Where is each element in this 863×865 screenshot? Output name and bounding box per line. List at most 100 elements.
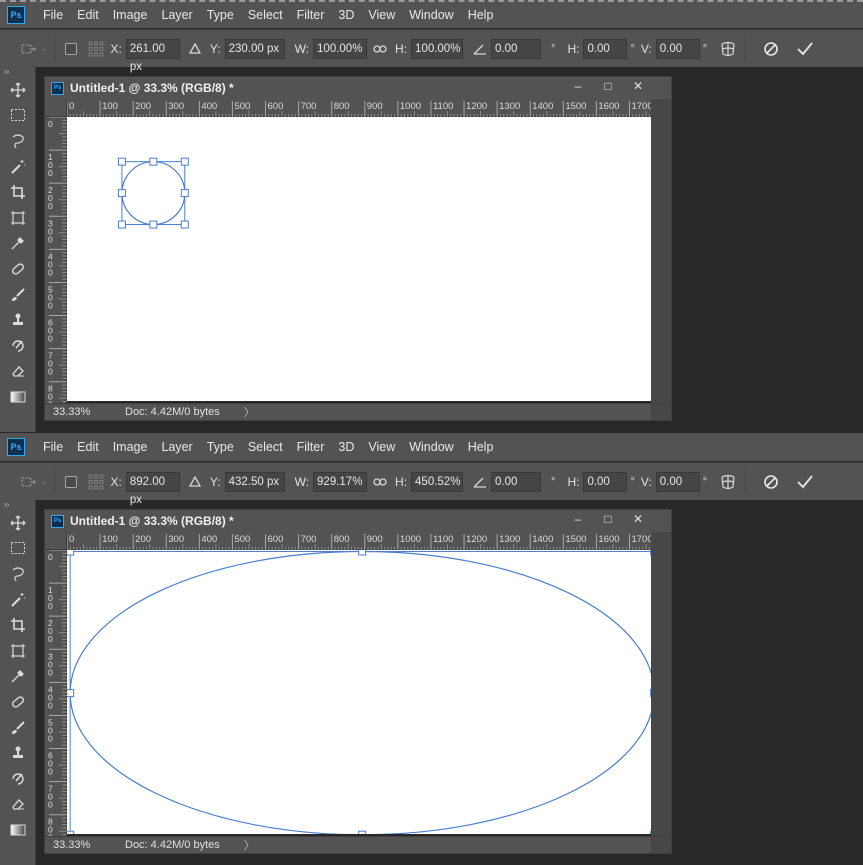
panel-collapse-icon[interactable]: ››	[0, 500, 35, 510]
history-brush-tool-icon[interactable]	[0, 333, 36, 359]
lasso-tool-icon[interactable]	[0, 128, 36, 154]
width-field[interactable]: 100.00%	[313, 38, 368, 59]
move-tool-icon[interactable]	[0, 510, 36, 536]
vertical-ruler[interactable]: 0100200300400500600700800	[45, 116, 67, 410]
history-brush-tool-icon[interactable]	[0, 766, 36, 792]
cancel-transform-icon[interactable]	[760, 473, 782, 491]
eraser-tool-icon[interactable]	[0, 792, 36, 818]
horizontal-scrollbar[interactable]	[651, 837, 671, 853]
h-skew-field[interactable]: 0.00	[583, 38, 628, 59]
lasso-tool-icon[interactable]	[0, 561, 36, 587]
transform-handle[interactable]	[180, 157, 189, 166]
chevron-down-icon[interactable]: ⌄	[40, 43, 48, 54]
maximize-button[interactable]: □	[593, 510, 623, 528]
transform-handle[interactable]	[180, 189, 189, 198]
gradient-tool-icon[interactable]	[0, 817, 36, 843]
transform-handle[interactable]	[358, 547, 367, 556]
eyedropper-tool-icon[interactable]	[0, 664, 36, 690]
reference-point-checkbox[interactable]	[64, 42, 77, 55]
healing-brush-tool-icon[interactable]	[0, 256, 36, 282]
menu-edit[interactable]: Edit	[70, 1, 106, 29]
rotate-field[interactable]: 0.00	[491, 471, 542, 492]
height-field[interactable]: 450.52%	[411, 471, 464, 492]
menu-filter[interactable]: Filter	[290, 433, 332, 461]
menu-3d[interactable]: 3D	[331, 433, 361, 461]
transform-handle[interactable]	[66, 830, 75, 839]
ruler-origin[interactable]	[45, 532, 67, 550]
menu-select[interactable]: Select	[241, 1, 290, 29]
status-menu-arrow-icon[interactable]: 〉	[244, 404, 255, 420]
y-position-field[interactable]: 230.00 px	[224, 38, 285, 59]
vertical-scrollbar[interactable]	[651, 99, 671, 403]
maximize-button[interactable]: □	[593, 77, 623, 95]
menu-file[interactable]: File	[36, 433, 70, 461]
commit-transform-icon[interactable]	[794, 40, 816, 58]
canvas-area[interactable]	[66, 547, 659, 839]
menu-edit[interactable]: Edit	[70, 433, 106, 461]
commit-transform-icon[interactable]	[794, 473, 816, 491]
menu-image[interactable]: Image	[106, 1, 155, 29]
minimize-button[interactable]: –	[563, 510, 593, 528]
menu-3d[interactable]: 3D	[331, 1, 361, 29]
document-tab[interactable]: Ps Untitled-1 @ 33.3% (RGB/8) * – □ ✕	[45, 510, 671, 532]
crop-tool-icon[interactable]	[0, 179, 36, 205]
transform-handle[interactable]	[66, 689, 75, 698]
menu-layer[interactable]: Layer	[154, 433, 199, 461]
menu-select[interactable]: Select	[241, 433, 290, 461]
rotate-field[interactable]: 0.00	[491, 38, 542, 59]
menu-window[interactable]: Window	[402, 433, 460, 461]
menu-window[interactable]: Window	[402, 1, 460, 29]
transform-handle[interactable]	[149, 157, 158, 166]
v-skew-field[interactable]: 0.00	[655, 471, 700, 492]
canvas[interactable]	[66, 547, 659, 839]
document-tab[interactable]: Ps Untitled-1 @ 33.3% (RGB/8) * – □ ✕	[45, 77, 671, 99]
menu-image[interactable]: Image	[106, 433, 155, 461]
x-position-field[interactable]: 892.00 px	[125, 471, 180, 506]
transform-handle[interactable]	[180, 220, 189, 229]
marquee-tool-icon[interactable]	[0, 103, 36, 129]
reference-point-checkbox[interactable]	[64, 475, 77, 488]
horizontal-ruler[interactable]: 0 100 200 300 400 500 600 700 800 900 1000 1100 1200…	[66, 532, 653, 550]
panel-collapse-icon[interactable]: ››	[0, 67, 35, 77]
menu-type[interactable]: Type	[200, 1, 241, 29]
transform-handle[interactable]	[117, 189, 126, 198]
transform-handle[interactable]	[66, 547, 75, 556]
eraser-tool-icon[interactable]	[0, 359, 36, 385]
vertical-scrollbar[interactable]	[651, 532, 671, 836]
vertical-ruler[interactable]: 0100200300400500600700800	[45, 549, 67, 843]
height-field[interactable]: 100.00%	[411, 38, 464, 59]
reference-point-grid-icon[interactable]	[87, 473, 105, 491]
marquee-tool-icon[interactable]	[0, 536, 36, 562]
close-button[interactable]: ✕	[623, 510, 653, 528]
transform-handle[interactable]	[117, 157, 126, 166]
v-skew-field[interactable]: 0.00	[655, 38, 700, 59]
link-icon[interactable]	[371, 473, 389, 491]
frame-tool-icon[interactable]	[0, 205, 36, 231]
clone-stamp-tool-icon[interactable]	[0, 307, 36, 333]
clone-stamp-tool-icon[interactable]	[0, 740, 36, 766]
h-skew-field[interactable]: 0.00	[583, 471, 628, 492]
y-position-field[interactable]: 432.50 px	[224, 471, 285, 492]
status-menu-arrow-icon[interactable]: 〉	[244, 837, 255, 853]
delta-icon[interactable]	[186, 473, 204, 491]
transform-handle[interactable]	[149, 220, 158, 229]
menu-view[interactable]: View	[361, 1, 402, 29]
menu-help[interactable]: Help	[461, 1, 501, 29]
horizontal-scrollbar[interactable]	[651, 404, 671, 420]
cancel-transform-icon[interactable]	[760, 40, 782, 58]
move-tool-icon[interactable]	[0, 77, 36, 103]
zoom-level[interactable]: 33.33%	[45, 406, 125, 418]
transform-preset-icon[interactable]	[20, 40, 38, 58]
chevron-down-icon[interactable]: ⌄	[40, 476, 48, 487]
healing-brush-tool-icon[interactable]	[0, 689, 36, 715]
delta-icon[interactable]	[186, 40, 204, 58]
gradient-tool-icon[interactable]	[0, 384, 36, 410]
magic-wand-tool-icon[interactable]	[0, 587, 36, 613]
x-position-field[interactable]: 261.00 px	[125, 38, 180, 73]
warp-mode-icon[interactable]	[717, 473, 739, 491]
canvas-area[interactable]	[67, 117, 651, 403]
zoom-level[interactable]: 33.33%	[45, 839, 125, 851]
brush-tool-icon[interactable]	[0, 715, 36, 741]
menu-type[interactable]: Type	[200, 433, 241, 461]
canvas[interactable]	[67, 117, 651, 401]
